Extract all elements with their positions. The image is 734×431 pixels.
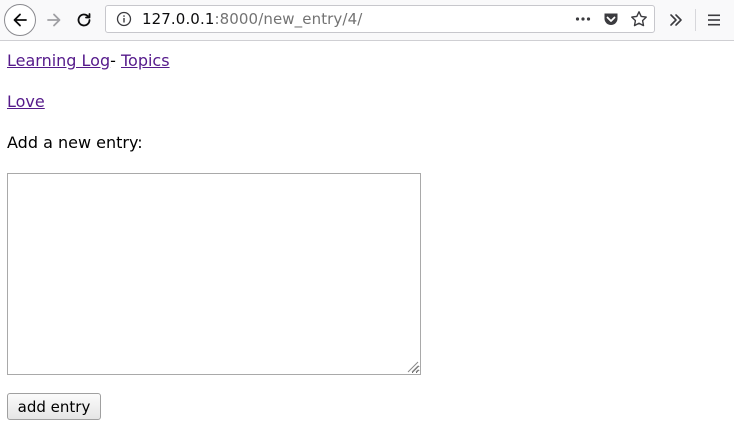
- overflow-button[interactable]: [666, 10, 686, 30]
- learning-log-link[interactable]: Learning Log: [7, 51, 110, 70]
- url-path: :8000/new_entry/4/: [214, 10, 363, 28]
- url-text[interactable]: 127.0.0.1:8000/new_entry/4/: [142, 10, 362, 28]
- arrow-right-icon: [47, 13, 61, 27]
- toolbar-divider: [695, 9, 696, 31]
- star-icon[interactable]: [630, 10, 648, 28]
- url-actions: [574, 10, 648, 28]
- reload-icon: [77, 13, 91, 27]
- browser-toolbar: 127.0.0.1:8000/new_entry/4/: [0, 0, 734, 41]
- topic-heading: Love: [7, 92, 45, 111]
- reload-button[interactable]: [70, 6, 98, 34]
- back-button[interactable]: [4, 4, 36, 36]
- pocket-icon[interactable]: [602, 10, 620, 28]
- url-host: 127.0.0.1: [142, 10, 215, 28]
- url-bar[interactable]: 127.0.0.1:8000/new_entry/4/: [105, 5, 655, 33]
- header-separator: -: [110, 51, 121, 70]
- topic-link[interactable]: Love: [7, 92, 45, 111]
- topics-link[interactable]: Topics: [121, 51, 170, 70]
- entry-text-input[interactable]: [7, 173, 421, 375]
- info-icon[interactable]: [116, 11, 132, 27]
- site-header: Learning Log- Topics: [7, 51, 170, 70]
- add-entry-button[interactable]: add entry: [7, 393, 101, 420]
- form-label: Add a new entry:: [7, 133, 143, 152]
- arrow-left-icon: [13, 13, 27, 27]
- menu-button[interactable]: [704, 10, 724, 30]
- more-dots-icon[interactable]: [574, 10, 592, 28]
- hamburger-menu-icon: [708, 14, 720, 26]
- double-chevron-icon: [670, 14, 682, 26]
- forward-button[interactable]: [40, 6, 68, 34]
